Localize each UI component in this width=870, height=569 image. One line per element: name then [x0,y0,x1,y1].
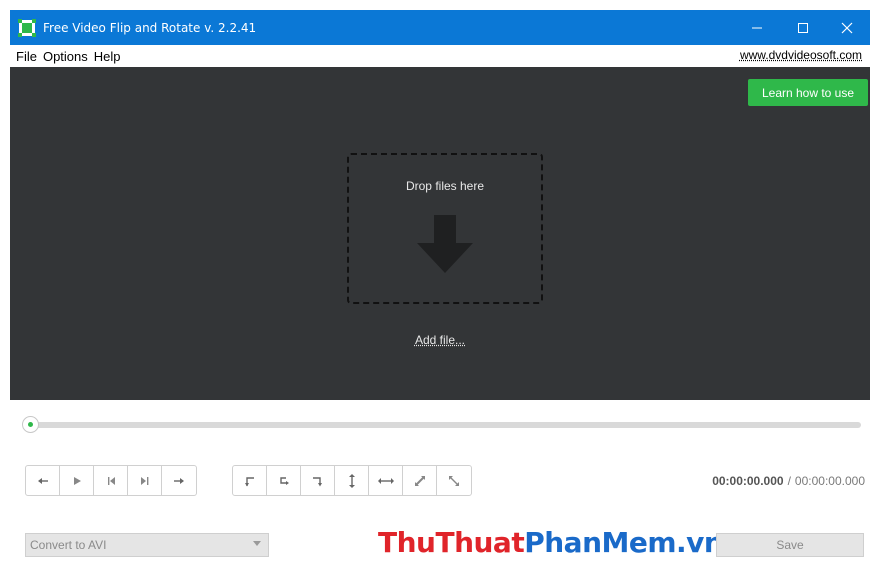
skip-to-end-icon [140,476,148,485]
maximize-icon [798,22,808,33]
current-time: 00:00:00.000 [712,474,784,488]
transpose-button[interactable] [403,466,437,495]
drop-files-label: Drop files here [405,179,485,193]
total-time: 00:00:00.000 [794,474,865,488]
skip-to-start-icon [107,476,115,485]
window-title: Free Video Flip and Rotate v. 2.2.41 [43,20,257,35]
minimize-button[interactable] [734,10,780,45]
app-icon [18,18,36,37]
save-button[interactable]: Save [716,533,864,557]
learn-how-to-use-button[interactable]: Learn how to use [748,79,868,106]
chevron-down-icon [253,541,261,546]
watermark-part1: ThuThuat [378,526,525,559]
skip-to-start-button[interactable] [94,466,128,495]
rotate-180-button[interactable] [301,466,335,495]
flip-horizontal-button[interactable] [369,466,403,495]
transverse-button[interactable] [437,466,471,495]
flip-vertical-icon [348,473,355,488]
watermark-part2: PhanMem [524,526,677,559]
close-icon [841,22,853,33]
menu-help[interactable]: Help [91,49,124,64]
seek-handle-dot [28,422,33,427]
step-back-button[interactable] [26,466,60,495]
play-button[interactable] [60,466,94,495]
website-link[interactable]: www.dvdvideosoft.com [740,48,862,62]
seek-handle[interactable] [22,416,39,433]
maximize-button[interactable] [780,10,826,45]
rotate-left-icon [244,476,254,486]
transpose-icon [414,475,425,486]
rotate-left-button[interactable] [233,466,267,495]
rotate-180-icon [312,476,322,486]
title-bar: Free Video Flip and Rotate v. 2.2.41 [10,10,870,45]
menu-bar: File Options Help www.dvdvideosoft.com [10,45,870,67]
add-file-label[interactable]: Add file... [415,333,465,347]
playback-controls [25,465,197,496]
seek-track[interactable] [30,422,861,428]
step-back-icon [37,477,48,484]
menu-file[interactable]: File [10,49,40,64]
rotate-right-button[interactable] [267,466,301,495]
time-separator: / [787,474,791,488]
seek-bar[interactable] [22,416,862,434]
transform-controls [232,465,472,496]
transverse-icon [449,475,459,486]
timecode: 00:00:00.000/00:00:00.000 [712,474,865,488]
step-forward-button[interactable] [162,466,196,495]
video-stage: Learn how to use Drop files here Add fil… [10,67,870,400]
close-button[interactable] [824,10,870,45]
output-format-value: Convert to AVI [30,538,107,552]
watermark-logo: ThuThuat PhanMem .vn [378,526,724,559]
minimize-icon [752,27,762,28]
rotate-right-icon [279,476,289,485]
step-forward-icon [174,477,184,484]
output-format-select[interactable]: Convert to AVI [25,533,269,557]
add-file-link[interactable]: Add file... [10,333,870,347]
flip-horizontal-icon [377,477,394,484]
skip-to-end-button[interactable] [128,466,162,495]
download-arrow-icon [417,215,473,273]
menu-options[interactable]: Options [40,49,91,64]
flip-vertical-button[interactable] [335,466,369,495]
play-icon [73,476,81,485]
drop-zone[interactable]: Drop files here [347,153,543,304]
